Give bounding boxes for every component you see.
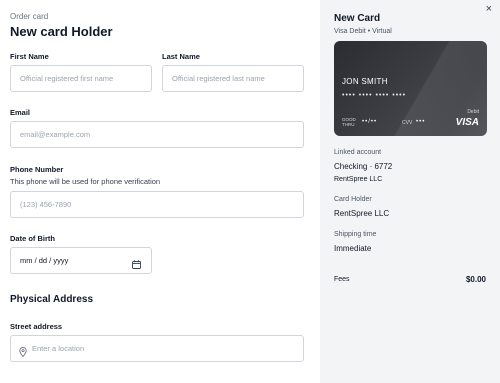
linked-account-value: Checking · 6772 (334, 162, 393, 171)
dob-field[interactable]: mm / dd / yyyy (10, 247, 152, 274)
linked-account-org: RentSpree LLC (334, 176, 383, 183)
card-holder-label: Card Holder (334, 196, 372, 203)
email-label: Email (10, 108, 31, 117)
phone-help-text: This phone will be used for phone verifi… (10, 177, 161, 186)
card-expiry: ••/•• (362, 119, 378, 125)
breadcrumb: Order card (10, 12, 49, 21)
shipping-time-value: Immediate (334, 244, 372, 253)
first-name-placeholder: Official registered first name (20, 74, 114, 83)
summary-subtitle: Visa Debit • Virtual (334, 28, 392, 35)
good-thru-label: GOOD THRU (342, 117, 356, 127)
card-preview: JON SMITH •••• •••• •••• •••• Debit GOOD… (334, 41, 487, 136)
dob-value: mm / dd / yyyy (20, 256, 69, 265)
last-name-field[interactable]: Official registered last name (162, 65, 304, 92)
page-title: New card Holder (10, 24, 113, 39)
email-field[interactable]: email@example.com (10, 121, 304, 148)
card-type: Debit (467, 109, 479, 115)
close-icon[interactable]: × (486, 3, 492, 15)
fees-value: $0.00 (465, 275, 486, 284)
card-holder-value: RentSpree LLC (334, 209, 390, 218)
calendar-icon[interactable] (132, 256, 141, 269)
card-number: •••• •••• •••• •••• (342, 92, 407, 99)
phone-label: Phone Number (10, 165, 64, 174)
first-name-label: First Name (10, 52, 49, 61)
summary-title: New Card (334, 13, 381, 24)
shipping-time-label: Shipping time (334, 231, 377, 238)
street-address-placeholder: Enter a location (32, 344, 85, 353)
first-name-field[interactable]: Official registered first name (10, 65, 152, 92)
card-holder-name: JON SMITH (342, 77, 388, 86)
email-placeholder: email@example.com (20, 130, 91, 139)
card-cvv: ••• (416, 119, 426, 125)
order-form-panel: Order card New card Holder First Name Of… (0, 0, 320, 383)
phone-field[interactable]: (123) 456-7890 (10, 191, 304, 218)
street-address-field[interactable]: Enter a location (10, 335, 304, 362)
cvv-label: CVV (402, 120, 413, 126)
street-address-label: Street address (10, 322, 63, 331)
dob-label: Date of Birth (10, 234, 55, 243)
linked-account-label: Linked account (334, 149, 382, 156)
phone-placeholder: (123) 456-7890 (20, 200, 72, 209)
good-thru-line-2: THRU (342, 122, 355, 127)
location-pin-icon (19, 344, 27, 358)
card-summary-panel: × New Card Visa Debit • Virtual JON SMIT… (320, 0, 500, 383)
last-name-label: Last Name (162, 52, 200, 61)
physical-address-heading: Physical Address (10, 294, 94, 305)
fees-label: Fees (334, 276, 350, 283)
visa-logo: VISA (455, 117, 479, 128)
last-name-placeholder: Official registered last name (172, 74, 265, 83)
